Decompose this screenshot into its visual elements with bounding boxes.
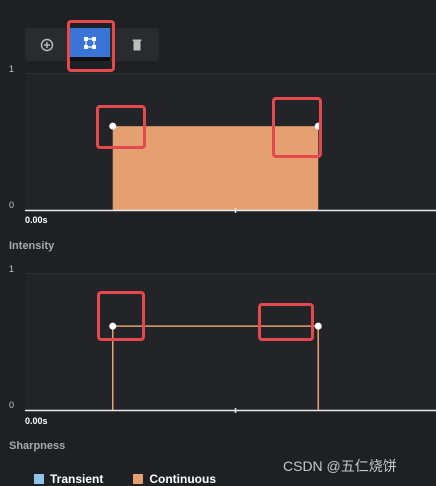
legend-item-transient[interactable]: Transient — [34, 472, 103, 486]
sharpness-point-2[interactable] — [314, 322, 322, 330]
watermark: CSDN @五仁烧饼 — [283, 458, 397, 474]
sharpness-plot — [25, 322, 436, 413]
legend-label-continuous: Continuous — [149, 472, 217, 486]
sharpness-time-label: 0.00s — [25, 416, 48, 426]
legend-item-continuous[interactable]: Continuous — [133, 472, 216, 486]
legend-label-transient: Transient — [50, 472, 104, 486]
sharpness-point-1[interactable] — [109, 322, 117, 330]
legend: Transient Continuous — [34, 472, 216, 486]
sharpness-title: Sharpness — [9, 440, 66, 452]
